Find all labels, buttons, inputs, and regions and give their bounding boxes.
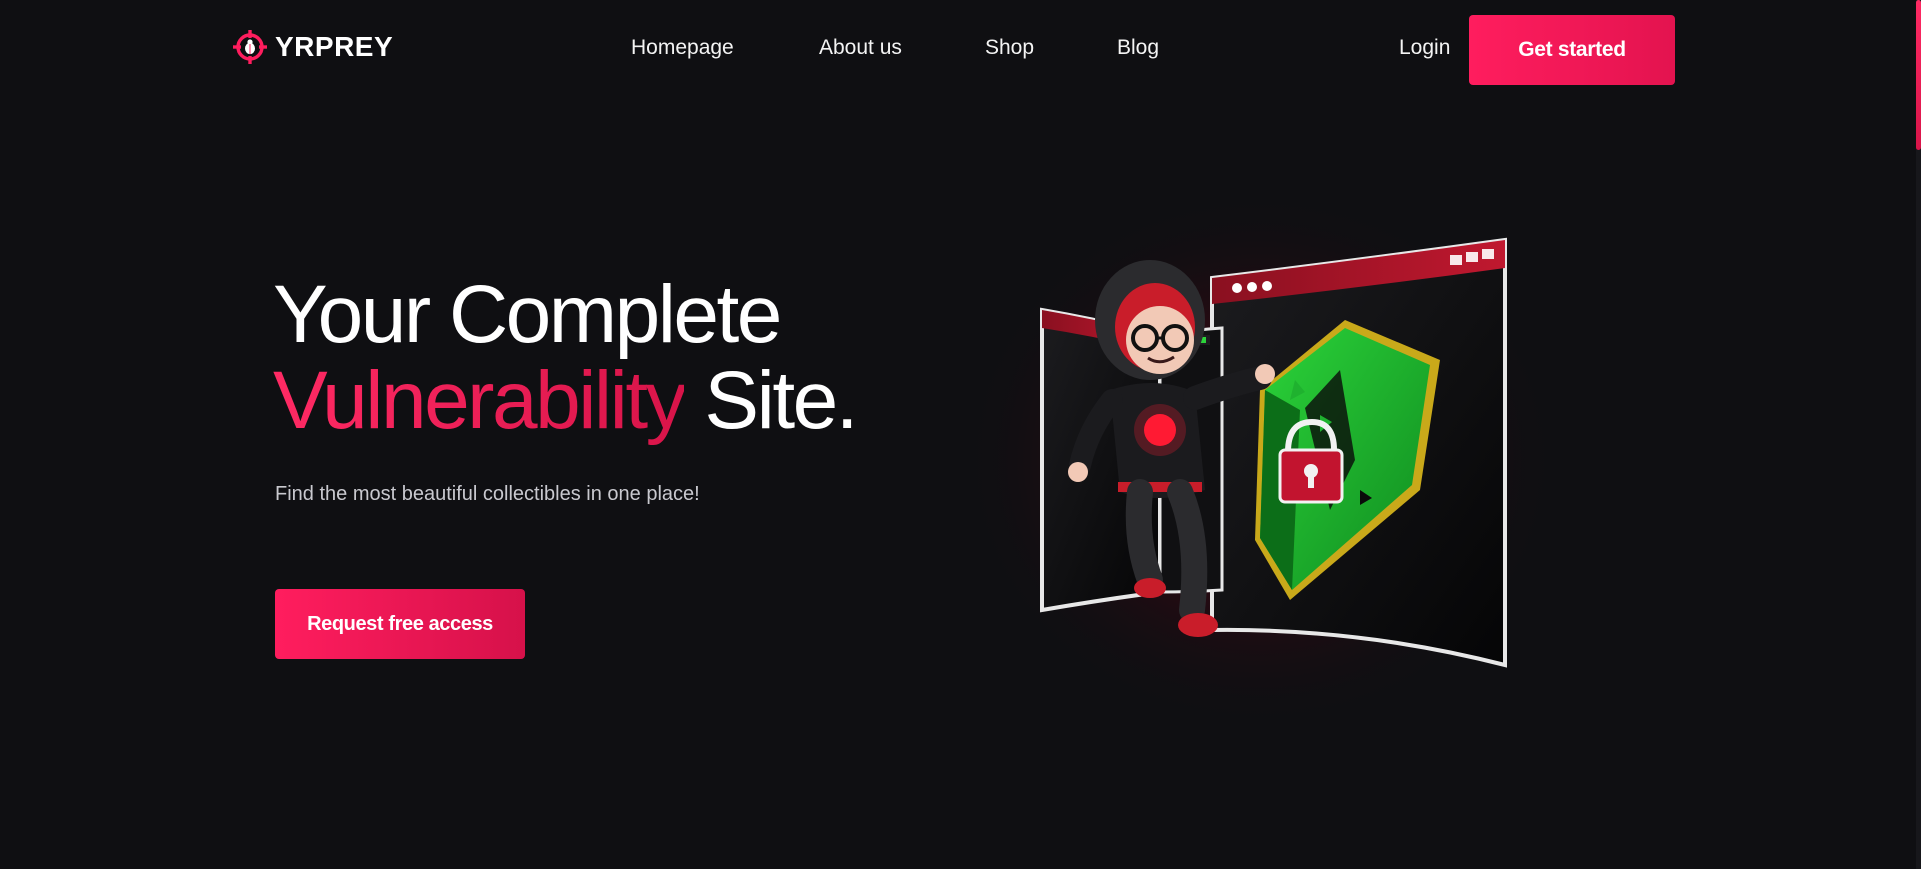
landing-page: YRPREY Homepage About us Shop Blog Login… xyxy=(0,0,1921,869)
login-link[interactable]: Login xyxy=(1399,36,1450,60)
page-scrollbar[interactable] xyxy=(1916,0,1921,869)
nav-about-us[interactable]: About us xyxy=(819,36,902,60)
hero-subtitle: Find the most beautiful collectibles in … xyxy=(275,483,700,505)
request-access-button[interactable]: Request free access xyxy=(275,589,525,659)
scrollbar-thumb[interactable] xyxy=(1916,0,1921,150)
nav-blog[interactable]: Blog xyxy=(1117,36,1159,60)
nav-shop[interactable]: Shop xyxy=(985,36,1034,60)
hacker-character-breaking-shield-icon xyxy=(960,190,1560,720)
nav-homepage[interactable]: Homepage xyxy=(631,36,734,60)
hero-title-accent: Vulnerability xyxy=(273,355,687,446)
brand-name: YRPREY xyxy=(275,31,394,62)
hero-title-line1: Your Complete xyxy=(273,269,782,360)
brand-logo[interactable]: YRPREY xyxy=(233,30,393,64)
crosshair-bug-icon xyxy=(233,30,267,64)
get-started-button[interactable]: Get started xyxy=(1469,15,1675,85)
hero-title: Your Complete Vulnerability Site. xyxy=(273,269,859,446)
hero-title-end: Site. xyxy=(684,355,858,446)
